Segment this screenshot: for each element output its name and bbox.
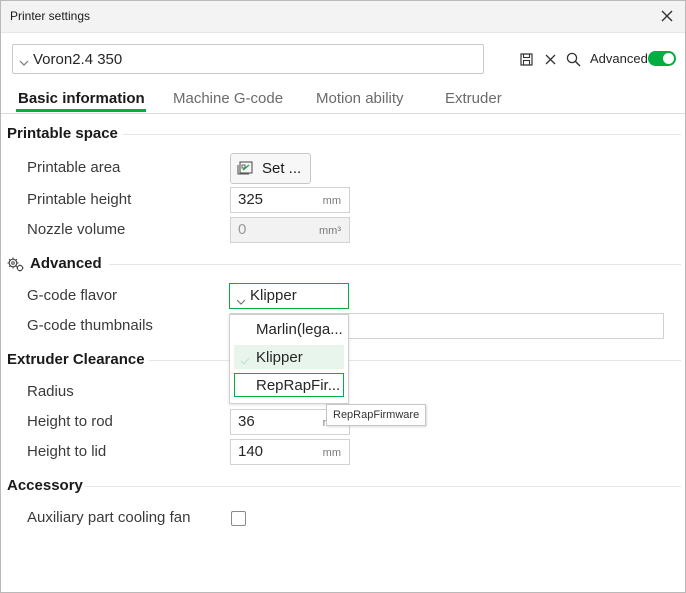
section-printable-space-title: Printable space [7,125,118,142]
radius-label: Radius [27,383,74,400]
gcode-flavor-dropdown: Marlin(lega... Klipper RepRapFir... [229,314,349,404]
section-divider [109,264,681,265]
printable-height-label: Printable height [27,191,132,208]
search-icon[interactable] [565,51,581,67]
aux-fan-checkbox[interactable] [231,511,246,526]
height-to-lid-input[interactable]: 140 mm [230,439,350,465]
section-accessory-title: Accessory [7,477,83,494]
gcode-flavor-label: G-code flavor [27,287,118,304]
printable-height-value: 325 [238,191,264,208]
printer-settings-window: Printer settings Voron2.4 350 Advanced B… [0,0,686,593]
tabs-divider [1,113,685,114]
title-bar: Printer settings [1,1,685,33]
gcode-flavor-select[interactable]: Klipper [229,283,349,309]
tab-motion-ability[interactable]: Motion ability [316,90,404,107]
window-title: Printer settings [10,9,91,23]
printable-height-input[interactable]: 325 mm [230,187,350,213]
gcode-flavor-value: Klipper [250,287,297,304]
close-window-icon[interactable] [656,5,678,27]
checkmark-icon [240,352,250,370]
printer-preset-select[interactable]: Voron2.4 350 [12,44,484,74]
tab-machine-gcode[interactable]: Machine G-code [173,90,283,107]
dropdown-option-reprapfirmware[interactable]: RepRapFir... [234,373,344,397]
printer-preset-value: Voron2.4 350 [33,51,123,68]
save-icon[interactable] [518,51,534,67]
dropdown-option-marlin[interactable]: Marlin(lega... [234,317,344,341]
tab-basic-information[interactable]: Basic information [18,90,145,107]
height-to-lid-value: 140 [238,443,264,460]
section-divider [123,134,681,135]
dropdown-option-klipper[interactable]: Klipper [234,345,344,369]
height-to-rod-label: Height to rod [27,413,113,430]
section-extruder-clearance-title: Extruder Clearance [7,351,145,368]
toggle-knob [663,53,674,64]
chevron-down-icon [236,292,246,310]
active-tab-indicator [16,109,146,112]
aux-fan-label: Auxiliary part cooling fan [27,509,191,526]
chevron-down-icon [19,53,29,71]
advanced-mode-toggle[interactable] [648,51,676,66]
printable-area-label: Printable area [27,159,121,176]
option-label: Marlin(lega... [256,321,343,338]
reprapfirmware-tooltip: RepRapFirmware [326,404,427,426]
set-button-label: Set ... [262,160,302,177]
gcode-thumbnails-label: G-code thumbnails [27,317,153,334]
height-to-lid-unit: mm [322,447,341,459]
height-to-rod-value: 36 [238,413,255,430]
height-to-lid-label: Height to lid [27,443,107,460]
nozzle-volume-input: 0 mm³ [230,217,350,243]
advanced-gears-icon [7,256,25,278]
set-printable-area-button[interactable]: Set ... [230,153,311,184]
bed-shape-icon [237,161,253,180]
option-label: RepRapFir... [256,377,341,394]
nozzle-volume-value: 0 [238,221,247,238]
advanced-mode-label: Advanced [590,51,648,66]
printable-height-unit: mm [322,195,341,207]
nozzle-volume-unit: mm³ [319,225,341,237]
nozzle-volume-label: Nozzle volume [27,221,126,238]
section-divider [85,486,681,487]
tab-extruder[interactable]: Extruder [445,90,502,107]
option-label: Klipper [256,349,303,366]
section-advanced-title: Advanced [30,255,102,272]
delete-preset-icon[interactable] [542,51,558,67]
